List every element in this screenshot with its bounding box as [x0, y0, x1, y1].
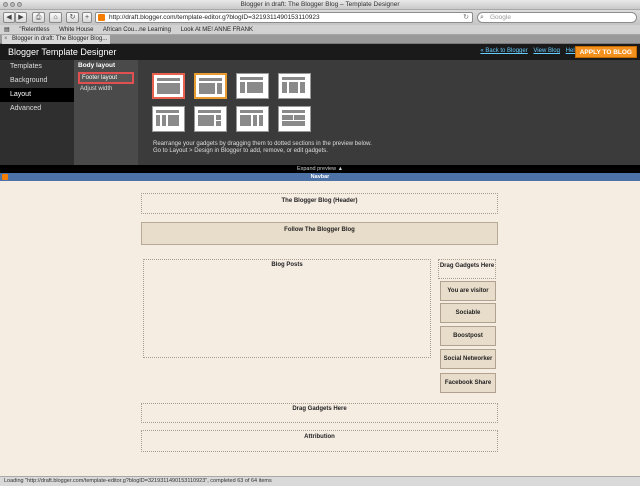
- address-bar[interactable]: http://draft.blogger.com/template-editor…: [95, 12, 473, 23]
- layout-option-two-left-sidebars[interactable]: [152, 106, 185, 132]
- zoom-window-icon[interactable]: [17, 2, 22, 7]
- layout-option-three-column[interactable]: [278, 73, 311, 99]
- close-window-icon[interactable]: [3, 2, 8, 7]
- layout-instructions: Rearrange your gadgets by dragging them …: [153, 141, 372, 155]
- layout-subnav: Body layout Footer layout Adjust width: [74, 60, 138, 165]
- window-controls[interactable]: [3, 2, 22, 7]
- layout-option-right-sidebar[interactable]: [194, 73, 227, 99]
- tab-title: Blogger in draft: The Blogger Blog...: [12, 36, 108, 42]
- tab-bar: × Blogger in draft: The Blogger Blog...: [0, 35, 640, 44]
- layout-option-two-right-sidebars[interactable]: [236, 106, 269, 132]
- browser-tab[interactable]: × Blogger in draft: The Blogger Blog...: [2, 35, 110, 44]
- window-titlebar: Blogger in draft: The Blogger Blog – Tem…: [0, 0, 640, 10]
- designer-header: Blogger Template Designer « Back to Blog…: [0, 44, 640, 60]
- navbar-label: Navbar: [310, 174, 330, 180]
- boostpost-gadget[interactable]: Boostpost: [440, 326, 496, 346]
- designer-panel: Templates Background Layout Advanced Bod…: [0, 60, 640, 165]
- sidebar-drop-zone[interactable]: Drag Gadgets Here: [438, 259, 496, 279]
- nav-item-advanced[interactable]: Advanced: [0, 102, 74, 116]
- refresh-icon[interactable]: ↻: [463, 13, 469, 22]
- layout-option-grid[interactable]: [278, 106, 311, 132]
- apply-to-blog-button[interactable]: APPLY TO BLOG: [574, 46, 637, 58]
- instructions-line-2: Go to Layout > Design in Blogger to add,…: [153, 148, 328, 154]
- layout-option-left-sidebar[interactable]: [236, 73, 269, 99]
- body-layout-heading[interactable]: Body layout: [74, 60, 138, 71]
- designer-sidenav: Templates Background Layout Advanced: [0, 60, 74, 165]
- home-icon[interactable]: ⌂: [49, 12, 62, 23]
- back-icon[interactable]: ◀: [3, 12, 15, 23]
- blogger-favicon-icon: [98, 14, 105, 21]
- nav-item-background[interactable]: Background: [0, 74, 74, 88]
- bookmark-item[interactable]: Look At ME! ANNE FRANK: [181, 27, 253, 33]
- reload-page-icon[interactable]: ↻: [66, 12, 79, 23]
- follow-label: Follow The Blogger Blog: [284, 227, 355, 233]
- blog-posts-section[interactable]: Blog Posts: [143, 259, 431, 358]
- visitor-counter-gadget[interactable]: You are visitor: [440, 281, 496, 301]
- view-blog-link[interactable]: View Blog: [533, 48, 560, 54]
- header-gadget[interactable]: The Blogger Blog (Header): [141, 193, 498, 214]
- attribution-label: Attribution: [304, 434, 335, 440]
- app-title: Blogger Template Designer: [8, 47, 117, 57]
- minimize-window-icon[interactable]: [10, 2, 15, 7]
- instructions-line-1: Rearrange your gadgets by dragging them …: [153, 141, 372, 147]
- footer-drop-label: Drag Gadgets Here: [292, 406, 347, 412]
- facebook-share-gadget[interactable]: Facebook Share: [440, 373, 496, 393]
- forward-icon[interactable]: ▶: [15, 12, 27, 23]
- social-networker-gadget[interactable]: Social Networker: [440, 349, 496, 369]
- add-bookmark-icon[interactable]: +: [82, 12, 92, 23]
- follow-gadget[interactable]: Follow The Blogger Blog: [141, 222, 498, 245]
- window-title: Blogger in draft: The Blogger Blog – Tem…: [240, 1, 400, 8]
- back-to-blogger-link[interactable]: « Back to Blogger: [480, 48, 527, 54]
- close-tab-icon[interactable]: ×: [4, 35, 8, 44]
- layout-option-split-sidebar[interactable]: [194, 106, 227, 132]
- bookmark-item[interactable]: White House: [59, 27, 93, 33]
- search-input[interactable]: ⌕ Google: [477, 12, 637, 23]
- search-placeholder: Google: [490, 14, 511, 21]
- url-text: http://draft.blogger.com/template-editor…: [109, 14, 320, 21]
- blogger-logo-icon: [2, 174, 8, 180]
- bookmark-item[interactable]: "Relentless: [19, 27, 49, 33]
- adjust-width-item[interactable]: Adjust width: [78, 85, 134, 93]
- bookmarks-book-icon[interactable]: ▤: [4, 27, 10, 33]
- sociable-gadget[interactable]: Sociable: [440, 303, 496, 323]
- header-label: The Blogger Blog (Header): [281, 198, 358, 204]
- layout-preview: The Blogger Blog (Header) Follow The Blo…: [0, 181, 640, 476]
- expand-preview-label: Expand preview: [296, 166, 337, 172]
- footer-drop-zone[interactable]: Drag Gadgets Here: [141, 403, 498, 423]
- chevron-up-icon: ▲: [337, 166, 344, 172]
- browser-toolbar: ◀ ▶ ⎙ ⌂ ↻ + http://draft.blogger.com/tem…: [0, 10, 640, 25]
- status-text: Loading "http://draft.blogger.com/templa…: [4, 478, 272, 484]
- navbar-gadget[interactable]: Navbar: [0, 173, 640, 181]
- expand-preview-toggle[interactable]: Expand preview ▲: [0, 165, 640, 173]
- nav-item-layout[interactable]: Layout: [0, 88, 74, 102]
- footer-layout-item[interactable]: Footer layout: [78, 72, 134, 84]
- layout-option-1-column[interactable]: [152, 73, 185, 99]
- sidebar-drop-label: Drag Gadgets Here: [439, 263, 495, 269]
- print-icon[interactable]: ⎙: [32, 12, 45, 23]
- nav-item-templates[interactable]: Templates: [0, 60, 74, 74]
- attribution-gadget[interactable]: Attribution: [141, 430, 498, 452]
- bookmark-item[interactable]: African Cou...ne Learning: [103, 27, 171, 33]
- bookmarks-bar: ▤ "Relentless White House African Cou...…: [0, 25, 640, 35]
- search-icon: ⌕: [480, 14, 484, 21]
- status-bar: Loading "http://draft.blogger.com/templa…: [0, 476, 640, 486]
- blog-posts-label: Blog Posts: [271, 262, 303, 268]
- header-links: « Back to Blogger View Blog Help: [476, 48, 578, 54]
